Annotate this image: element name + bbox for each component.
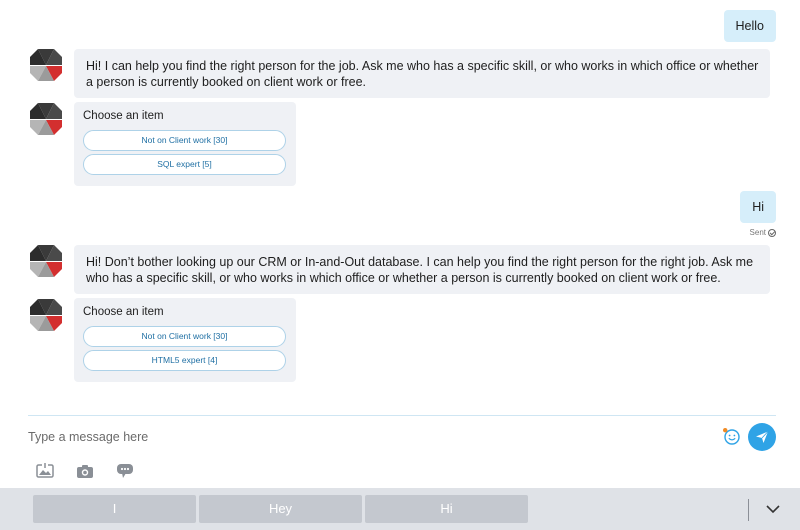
divider [748,499,749,521]
choice-card: Choose an item Not on Client work [30] S… [74,102,296,186]
sent-status: Sent [750,228,776,237]
choice-not-on-client-work[interactable]: Not on Client work [30] [83,130,286,151]
bot-message: Hi! Don’t bother looking up our CRM or I… [74,245,770,294]
sent-label: Sent [749,228,766,237]
bot-avatar [30,299,62,331]
card-title: Choose an item [83,110,164,122]
user-message: Hi [740,191,776,223]
composer-divider [28,415,776,416]
suggestion-bar: I Hey Hi [0,488,800,530]
suggestion-chip[interactable]: Hey [199,495,362,523]
message-input[interactable] [28,426,628,448]
send-icon [756,431,769,443]
suggestion-chip[interactable]: I [33,495,196,523]
bot-avatar [30,103,62,135]
bot-message: Hi! I can help you find the right person… [74,49,770,98]
camera-icon[interactable] [76,462,94,480]
user-message: Hello [723,10,776,42]
bot-avatar [30,49,62,81]
choice-html5-expert[interactable]: HTML5 expert [4] [83,350,286,371]
chat-transcript: Hello Hi! I can help you find the right … [0,0,800,415]
choice-not-on-client-work[interactable]: Not on Client work [30] [83,326,286,347]
image-gallery-icon[interactable] [36,462,54,480]
choice-sql-expert[interactable]: SQL expert [5] [83,154,286,175]
chat-bubble-icon[interactable] [116,462,134,480]
chevron-down-icon[interactable] [764,500,782,518]
bot-avatar [30,245,62,277]
card-title: Choose an item [83,306,164,318]
send-button[interactable] [748,423,776,451]
check-circle-icon [768,228,776,237]
emoji-icon[interactable] [722,427,740,445]
choice-card: Choose an item Not on Client work [30] H… [74,298,296,382]
suggestion-chip[interactable]: Hi [365,495,528,523]
